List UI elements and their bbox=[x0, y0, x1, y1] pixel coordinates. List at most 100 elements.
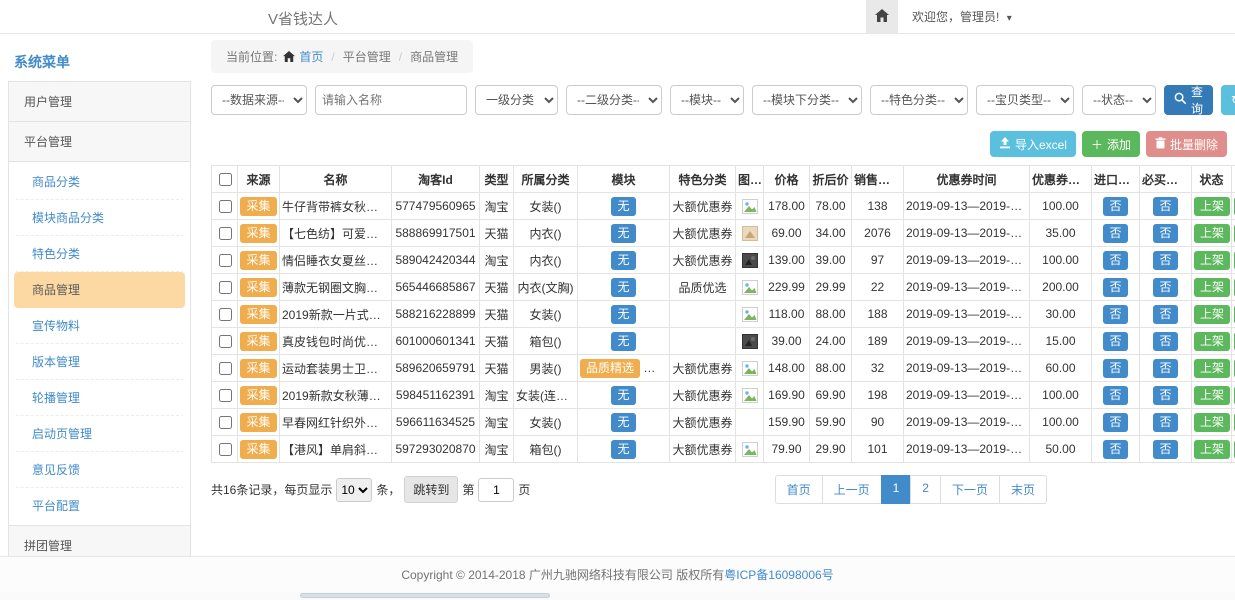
cell-status: 上架 bbox=[1192, 193, 1232, 220]
jump-button[interactable]: 跳转到 bbox=[404, 476, 458, 503]
add-button[interactable]: ＋ 添加 bbox=[1082, 131, 1140, 157]
import-select-badge[interactable]: 否 bbox=[1103, 224, 1127, 243]
sidebar-item-特色分类[interactable]: 特色分类 bbox=[14, 236, 185, 272]
cell-coupon-time: 2019-09-13—2019-09-17 bbox=[904, 274, 1030, 301]
sidebar-item-意见反馈[interactable]: 意见反馈 bbox=[14, 452, 185, 488]
cell-price: 118.00 bbox=[764, 301, 810, 328]
import-select-badge[interactable]: 否 bbox=[1103, 251, 1127, 270]
page-button-1[interactable]: 1 bbox=[881, 475, 912, 504]
icp-link[interactable]: 粤ICP备16098006号 bbox=[724, 568, 833, 582]
must-buy-badge[interactable]: 否 bbox=[1153, 197, 1177, 216]
home-button[interactable] bbox=[866, 0, 898, 33]
level2-category-select[interactable]: --二级分类-- bbox=[566, 85, 662, 115]
must-buy-badge[interactable]: 否 bbox=[1153, 278, 1177, 297]
module-none-badge: 无 bbox=[611, 332, 635, 351]
sidebar-section-users[interactable]: 用户管理 bbox=[8, 81, 191, 122]
sidebar-item-版本管理[interactable]: 版本管理 bbox=[14, 344, 185, 380]
must-buy-badge[interactable]: 否 bbox=[1153, 386, 1177, 405]
row-checkbox[interactable] bbox=[219, 335, 232, 348]
jump-page-input[interactable] bbox=[478, 478, 514, 502]
import-select-badge[interactable]: 否 bbox=[1103, 305, 1127, 324]
must-buy-badge[interactable]: 否 bbox=[1153, 332, 1177, 351]
cell-icon bbox=[736, 274, 764, 301]
feature-category-select[interactable]: --特色分类-- bbox=[870, 85, 968, 115]
status-badge[interactable]: 上架 bbox=[1194, 359, 1230, 378]
sidebar-item-商品分类[interactable]: 商品分类 bbox=[14, 164, 185, 200]
status-badge[interactable]: 上架 bbox=[1194, 278, 1230, 297]
scrollbar-thumb[interactable] bbox=[300, 593, 550, 598]
cell-taoke-id: 565446685867 bbox=[392, 274, 480, 301]
must-buy-badge[interactable]: 否 bbox=[1153, 440, 1177, 459]
name-search-input[interactable] bbox=[315, 85, 467, 115]
sidebar-item-启动页管理[interactable]: 启动页管理 bbox=[14, 416, 185, 452]
row-checkbox[interactable] bbox=[219, 308, 232, 321]
must-buy-badge[interactable]: 否 bbox=[1153, 413, 1177, 432]
row-checkbox[interactable] bbox=[219, 281, 232, 294]
item-type-select[interactable]: --宝贝类型-- bbox=[976, 85, 1074, 115]
per-page-select[interactable]: 10 bbox=[336, 478, 372, 502]
data-source-select[interactable]: --数据来源-- bbox=[211, 85, 307, 115]
copyright-text: Copyright © 2014-2018 广州九驰网络科技有限公司 版权所有 bbox=[401, 568, 724, 582]
import-select-badge[interactable]: 否 bbox=[1103, 359, 1127, 378]
module-select[interactable]: --模块-- bbox=[670, 85, 744, 115]
page-button-2[interactable]: 2 bbox=[910, 475, 941, 504]
page-button-上一页[interactable]: 上一页 bbox=[822, 475, 882, 504]
cell-icon bbox=[736, 301, 764, 328]
batch-delete-button[interactable]: 批量删除 bbox=[1146, 131, 1227, 157]
cell-icon bbox=[736, 328, 764, 355]
import-select-badge[interactable]: 否 bbox=[1103, 440, 1127, 459]
row-checkbox[interactable] bbox=[219, 443, 232, 456]
user-menu[interactable]: 欢迎您，管理员! ▾ bbox=[912, 8, 1012, 25]
status-badge[interactable]: 上架 bbox=[1194, 197, 1230, 216]
horizontal-scrollbar[interactable] bbox=[0, 592, 1235, 600]
status-badge[interactable]: 上架 bbox=[1194, 440, 1230, 459]
must-buy-badge[interactable]: 否 bbox=[1153, 251, 1177, 270]
import-select-badge[interactable]: 否 bbox=[1103, 413, 1127, 432]
status-badge[interactable]: 上架 bbox=[1194, 251, 1230, 270]
import-select-badge[interactable]: 否 bbox=[1103, 278, 1127, 297]
product-image-icon bbox=[742, 226, 758, 241]
level1-category-select[interactable]: 一级分类 bbox=[475, 85, 558, 115]
row-checkbox[interactable] bbox=[219, 362, 232, 375]
cell-operations bbox=[1232, 328, 1235, 355]
table-row: 采集运动套装男士卫衣初秋...589620659791天猫男装()品质精选 爱上… bbox=[212, 355, 1235, 382]
reset-button[interactable]: ↻ 重置 bbox=[1221, 85, 1235, 115]
sidebar-item-平台配置[interactable]: 平台配置 bbox=[14, 488, 185, 523]
status-badge[interactable]: 上架 bbox=[1194, 386, 1230, 405]
row-checkbox[interactable] bbox=[219, 389, 232, 402]
import-select-badge[interactable]: 否 bbox=[1103, 197, 1127, 216]
row-checkbox[interactable] bbox=[219, 227, 232, 240]
row-checkbox[interactable] bbox=[219, 200, 232, 213]
must-buy-badge[interactable]: 否 bbox=[1153, 305, 1177, 324]
cell-coupon-time: 2019-09-13—2019-09-17 bbox=[904, 382, 1030, 409]
import-select-badge[interactable]: 否 bbox=[1103, 332, 1127, 351]
cell-import-select: 否 bbox=[1092, 382, 1140, 409]
cell-icon bbox=[736, 220, 764, 247]
status-badge[interactable]: 上架 bbox=[1194, 413, 1230, 432]
page-button-下一页[interactable]: 下一页 bbox=[940, 475, 1000, 504]
cell-sales: 32 bbox=[852, 355, 904, 382]
cell-must-buy: 否 bbox=[1140, 193, 1192, 220]
query-button[interactable]: 查询 bbox=[1164, 85, 1213, 115]
sidebar-item-模块商品分类[interactable]: 模块商品分类 bbox=[14, 200, 185, 236]
import-excel-button[interactable]: 导入excel bbox=[990, 131, 1076, 157]
row-checkbox[interactable] bbox=[219, 254, 232, 267]
cell-price: 79.90 bbox=[764, 436, 810, 463]
row-checkbox[interactable] bbox=[219, 416, 232, 429]
import-select-badge[interactable]: 否 bbox=[1103, 386, 1127, 405]
select-all-checkbox[interactable] bbox=[219, 173, 232, 186]
status-select[interactable]: --状态-- bbox=[1082, 85, 1156, 115]
sidebar-item-商品管理[interactable]: 商品管理 bbox=[14, 272, 185, 308]
page-button-末页[interactable]: 末页 bbox=[999, 475, 1047, 504]
module-subcategory-select[interactable]: --模块下分类-- bbox=[752, 85, 862, 115]
sidebar-section-platform[interactable]: 平台管理 bbox=[8, 121, 191, 162]
status-badge[interactable]: 上架 bbox=[1194, 305, 1230, 324]
breadcrumb-home-link[interactable]: 首页 bbox=[283, 48, 323, 65]
must-buy-badge[interactable]: 否 bbox=[1153, 359, 1177, 378]
page-button-首页[interactable]: 首页 bbox=[775, 475, 823, 504]
sidebar-item-宣传物料[interactable]: 宣传物料 bbox=[14, 308, 185, 344]
must-buy-badge[interactable]: 否 bbox=[1153, 224, 1177, 243]
status-badge[interactable]: 上架 bbox=[1194, 224, 1230, 243]
sidebar-item-轮播管理[interactable]: 轮播管理 bbox=[14, 380, 185, 416]
status-badge[interactable]: 上架 bbox=[1194, 332, 1230, 351]
